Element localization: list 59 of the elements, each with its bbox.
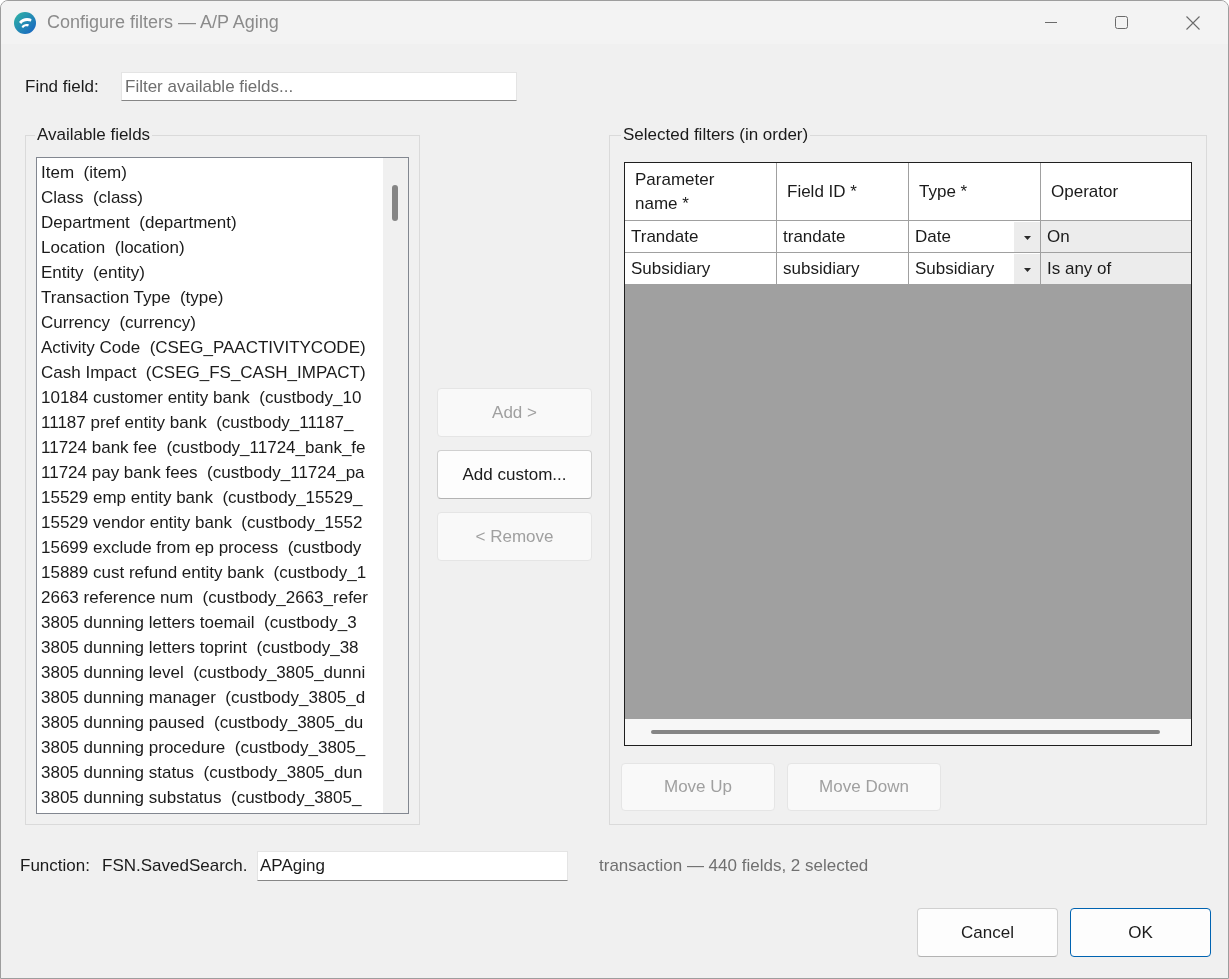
cancel-button[interactable]: Cancel xyxy=(917,908,1058,957)
caret-icon[interactable] xyxy=(1014,221,1040,252)
scrollbar-thumb[interactable] xyxy=(392,185,398,221)
list-item[interactable]: Department (department) xyxy=(37,210,237,235)
list-item[interactable]: Location (location) xyxy=(37,235,185,260)
list-item[interactable]: 3805 dunning paused (custbody_3805_du xyxy=(37,710,364,735)
function-label: Function: xyxy=(20,856,91,876)
window-title: Configure filters — A/P Aging xyxy=(47,12,279,33)
scrollbar-thumb[interactable] xyxy=(651,730,1160,734)
list-item[interactable]: 10184 customer entity bank (custbody_10 xyxy=(37,385,362,410)
type-dropdown[interactable]: Subsidiary xyxy=(909,253,1041,285)
app-icon xyxy=(14,11,36,34)
list-item[interactable]: 15529 vendor entity bank (custbody_1552 xyxy=(37,510,363,535)
group-title: Selected filters (in order) xyxy=(622,126,810,144)
table-cell: Subsidiary xyxy=(625,253,777,285)
list-item[interactable]: Class (class) xyxy=(37,185,143,210)
type-dropdown[interactable]: Date xyxy=(909,221,1041,253)
list-item[interactable]: 11724 bank fee (custbody_11724_bank_fe xyxy=(37,435,366,460)
group-title: Available fields xyxy=(36,126,152,144)
list-item[interactable]: 11724 pay bank fees (custbody_11724_pa xyxy=(37,460,365,485)
list-item[interactable]: 3805 dunning letters toemail (custbody_3 xyxy=(37,610,357,635)
horizontal-scrollbar[interactable] xyxy=(625,719,1191,745)
function-name-field[interactable]: APAging xyxy=(257,851,568,881)
list-item[interactable]: 15529 emp entity bank (custbody_15529_ xyxy=(37,485,363,510)
table-cell: Is any of xyxy=(1041,253,1191,285)
table-cell: trandate xyxy=(777,221,909,253)
list-item[interactable]: Entity (entity) xyxy=(37,260,145,285)
table-cell: On xyxy=(1041,221,1191,253)
list-item[interactable]: 3805 dunning status (custbody_3805_dun xyxy=(37,760,363,785)
maximize-icon xyxy=(1115,16,1128,29)
list-item[interactable]: Cash Impact (CSEG_FS_CASH_IMPACT) xyxy=(37,360,366,385)
list-item[interactable]: 3805 dunning level (custbody_3805_dunni xyxy=(37,660,366,685)
function-prefix: FSN.SavedSearch. xyxy=(102,856,249,876)
list-item[interactable]: 11187 pref entity bank (custbody_11187_ xyxy=(37,410,354,435)
status-text: transaction — 440 fields, 2 selected xyxy=(599,856,869,876)
list-item[interactable]: Currency (currency) xyxy=(37,310,196,335)
find-field[interactable]: Filter available fields... xyxy=(121,72,517,101)
ok-button[interactable]: OK xyxy=(1070,908,1211,957)
close-icon xyxy=(1185,15,1200,30)
list-item[interactable]: Activity Code (CSEG_PAACTIVITYCODE) xyxy=(37,335,366,360)
list-item[interactable]: Item (item) xyxy=(37,160,127,185)
list-item[interactable]: 3805 dunning letters toprint (custbody_38 xyxy=(37,635,359,660)
column-header: Parameter name * xyxy=(625,163,777,221)
list-item[interactable]: 15699 exclude from ep process (custbody xyxy=(37,535,362,560)
list-item[interactable]: Transaction Type (type) xyxy=(37,285,224,310)
table-cell: subsidiary xyxy=(777,253,909,285)
list-item[interactable]: 3805 dunning substatus (custbody_3805_ xyxy=(37,785,362,810)
minimize-icon xyxy=(1044,22,1057,23)
add-custom-button[interactable]: Add custom... xyxy=(437,450,592,499)
list-item[interactable]: 3805 dunning manager (custbody_3805_d xyxy=(37,685,366,710)
list-item[interactable]: 3805 dunning procedure (custbody_3805_ xyxy=(37,735,366,760)
column-header: Field ID * xyxy=(777,163,909,221)
find-field-label: Find field: xyxy=(25,76,100,97)
column-header: Type * xyxy=(909,163,1041,221)
list-item[interactable]: 2663 reference num (custbody_2663_refer xyxy=(37,585,368,610)
list-item[interactable]: 15889 cust refund entity bank (custbody_1 xyxy=(37,560,367,585)
table-cell: Trandate xyxy=(625,221,777,253)
caret-icon[interactable] xyxy=(1014,253,1040,284)
vertical-scrollbar[interactable] xyxy=(383,158,408,813)
